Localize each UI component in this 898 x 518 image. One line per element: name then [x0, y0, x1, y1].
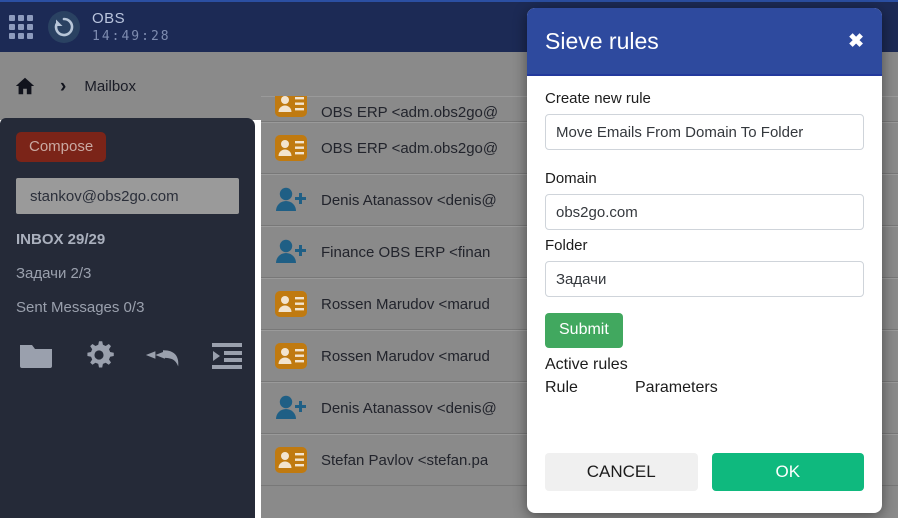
domain-input[interactable]	[545, 194, 864, 230]
add-person-icon	[271, 391, 311, 425]
folder-icon[interactable]	[18, 340, 54, 370]
sidebar: Compose stankov@obs2go.com INBOX 29/29 За…	[0, 118, 255, 518]
contact-card-icon	[271, 131, 311, 165]
dialog-title: Sieve rules	[545, 27, 659, 54]
apps-grid-icon[interactable]	[8, 14, 34, 40]
ok-button[interactable]: OK	[711, 453, 864, 491]
contact-card-icon	[271, 287, 311, 321]
mail-row-sender: Rossen Marudov <marud	[321, 347, 490, 365]
brand-name: OBS	[92, 10, 126, 27]
compose-button[interactable]: Compose	[16, 132, 107, 162]
mail-row-sender: Denis Atanassov <denis@	[321, 191, 497, 209]
add-person-icon	[271, 235, 311, 269]
column-header-rule: Rule	[545, 379, 578, 396]
breadcrumb-current[interactable]: Mailbox	[84, 78, 136, 95]
sidebar-folder-item[interactable]: INBOX 29/29	[16, 231, 239, 248]
active-rules-label: Active rules	[545, 356, 628, 373]
contact-card-icon	[271, 96, 311, 121]
folder-input[interactable]	[545, 261, 864, 297]
home-icon[interactable]	[12, 73, 38, 99]
contact-card-icon	[271, 443, 311, 477]
mail-row-sender: OBS ERP <adm.obs2go@	[321, 139, 499, 157]
add-person-icon	[271, 183, 311, 217]
app-root: OBS 14:49:28 › Mailbox OBS ERP <adm.obs2…	[0, 0, 898, 518]
clock-display: 14:49:28	[92, 29, 171, 44]
reply-all-icon[interactable]	[144, 340, 182, 370]
close-icon[interactable]: ✖	[848, 32, 864, 51]
account-selector[interactable]: stankov@obs2go.com	[16, 178, 239, 214]
breadcrumb-separator: ›	[60, 75, 67, 97]
cancel-button[interactable]: CANCEL	[545, 453, 698, 491]
indent-list-icon[interactable]	[210, 340, 244, 370]
mail-row-sender: Denis Atanassov <denis@	[321, 399, 497, 417]
mail-row-sender: OBS ERP <adm.obs2go@	[321, 104, 499, 121]
dialog-header: Sieve rules ✖	[527, 8, 882, 76]
sieve-rules-dialog: Sieve rules ✖ Create new rule Domain Fol…	[527, 8, 882, 513]
sidebar-folder-item[interactable]: Sent Messages 0/3	[16, 299, 239, 316]
column-header-parameters: Parameters	[635, 379, 718, 396]
folder-label: Folder	[545, 237, 588, 254]
submit-button[interactable]: Submit	[545, 313, 623, 348]
rule-type-input[interactable]	[545, 114, 864, 150]
dialog-body: Create new rule Domain Folder Submit Act…	[527, 76, 882, 453]
brand-block: OBS 14:49:28	[92, 11, 171, 43]
active-rules-table-header: Rule Parameters	[545, 379, 864, 397]
dialog-footer: CANCEL OK	[527, 453, 882, 513]
obs-refresh-logo-icon[interactable]	[48, 11, 80, 43]
domain-label: Domain	[545, 170, 597, 187]
create-new-rule-label: Create new rule	[545, 90, 651, 107]
mail-row-sender: Finance OBS ERP <finan	[321, 243, 491, 261]
contact-card-icon	[271, 339, 311, 373]
sidebar-tool-bar	[16, 338, 242, 372]
gear-icon[interactable]	[82, 338, 116, 372]
mail-row-sender: Stefan Pavlov <stefan.pa	[321, 451, 489, 469]
sidebar-folder-item[interactable]: Задачи 2/3	[16, 265, 239, 282]
mail-row-sender: Rossen Marudov <marud	[321, 295, 490, 313]
